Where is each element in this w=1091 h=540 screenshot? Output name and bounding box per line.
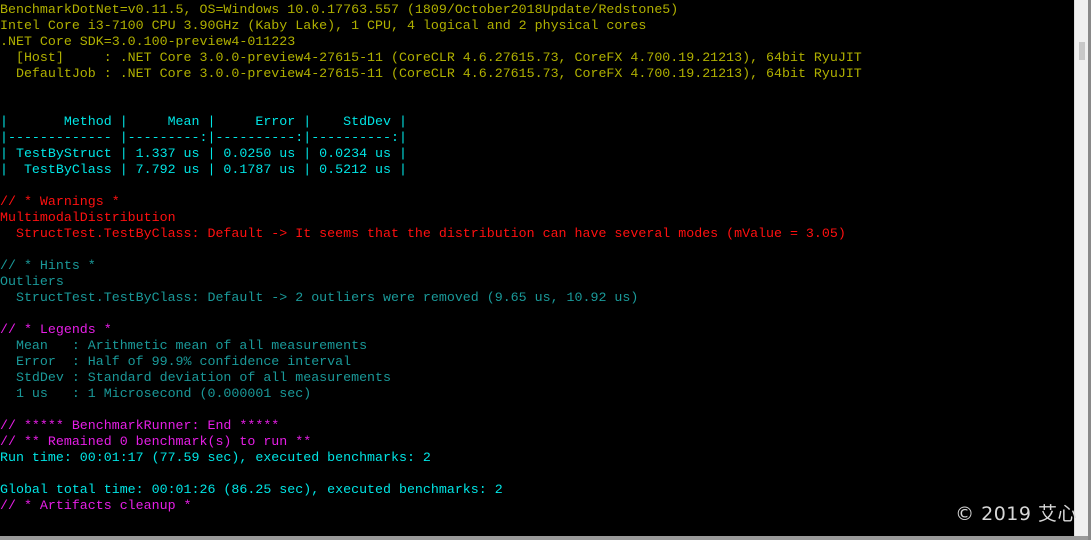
global-time-line: Global total time: 00:01:26 (86.25 sec),… <box>0 482 503 497</box>
window-bottom-border <box>0 536 1091 540</box>
console-window[interactable]: BenchmarkDotNet=v0.11.5, OS=Windows 10.0… <box>0 0 1074 536</box>
warning-message: StructTest.TestByClass: Default -> It se… <box>0 226 846 241</box>
env-line-sdk: .NET Core SDK=3.0.100-preview4-011223 <box>0 34 296 49</box>
warnings-header: // * Warnings * <box>0 194 120 209</box>
env-line-host: [Host] : .NET Core 3.0.0-preview4-27615-… <box>0 50 862 65</box>
env-line-benchmarkdotnet: BenchmarkDotNet=v0.11.5, OS=Windows 10.0… <box>0 2 679 17</box>
results-table-header: | Method | Mean | Error | StdDev | <box>0 114 407 129</box>
legend-item-stddev: StdDev : Standard deviation of all measu… <box>0 370 391 385</box>
artifacts-cleanup-line: // * Artifacts cleanup * <box>0 498 192 513</box>
results-table-separator: |------------- |---------:|----------:|-… <box>0 130 407 145</box>
warning-category: MultimodalDistribution <box>0 210 176 225</box>
hint-message: StructTest.TestByClass: Default -> 2 out… <box>0 290 639 305</box>
table-row: | TestByClass | 7.792 us | 0.1787 us | 0… <box>0 162 407 177</box>
env-line-defaultjob: DefaultJob : .NET Core 3.0.0-preview4-27… <box>0 66 862 81</box>
env-line-cpu: Intel Core i3-7100 CPU 3.90GHz (Kaby Lak… <box>0 18 647 33</box>
console-output: BenchmarkDotNet=v0.11.5, OS=Windows 10.0… <box>0 2 862 514</box>
table-row: | TestByStruct | 1.337 us | 0.0250 us | … <box>0 146 407 161</box>
scrollbar-thumb[interactable] <box>1079 42 1085 60</box>
legend-item-error: Error : Half of 99.9% confidence interva… <box>0 354 352 369</box>
legend-item-unit: 1 us : 1 Microsecond (0.000001 sec) <box>0 386 312 401</box>
run-time-line: Run time: 00:01:17 (77.59 sec), executed… <box>0 450 431 465</box>
runner-end-line: // ***** BenchmarkRunner: End ***** <box>0 418 280 433</box>
hint-category: Outliers <box>0 274 64 289</box>
copyright-watermark: © 2019 艾心 <box>955 503 1077 525</box>
hints-header: // * Hints * <box>0 258 96 273</box>
legends-header: // * Legends * <box>0 322 112 337</box>
remained-line: // ** Remained 0 benchmark(s) to run ** <box>0 434 312 449</box>
legend-item-mean: Mean : Arithmetic mean of all measuremen… <box>0 338 368 353</box>
